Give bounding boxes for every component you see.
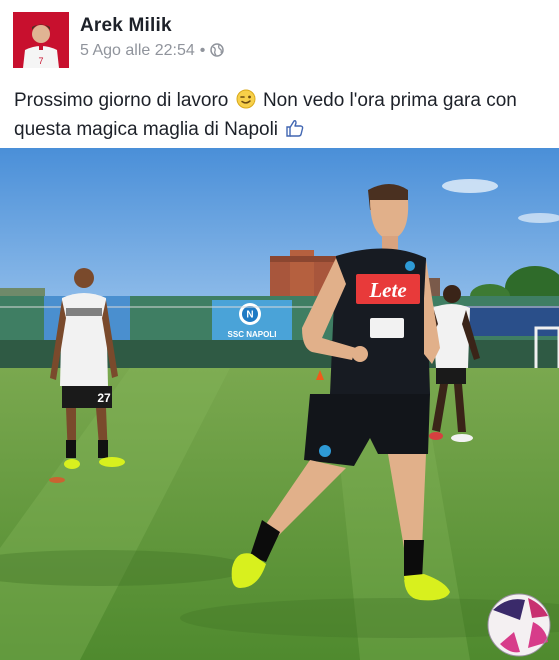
- post-header: 7 Arek Milik 5 Ago alle 22:54 •: [0, 0, 559, 76]
- caption-text-1: Prossimo giorno di lavoro: [14, 90, 229, 111]
- post-meta: 5 Ago alle 22:54 •: [80, 42, 225, 62]
- banner-text: SSC NAPOLI: [228, 330, 277, 339]
- post-photo[interactable]: N SSC NAPOLI 27 Lete: [0, 148, 559, 660]
- globe-icon[interactable]: [210, 43, 225, 62]
- svg-text:7: 7: [38, 56, 43, 66]
- avatar[interactable]: 7: [13, 12, 69, 68]
- thumbs-up-emoji: [285, 118, 305, 146]
- shirt-sponsor: Lete: [368, 278, 406, 302]
- soccer-ball: [487, 593, 551, 657]
- author-name[interactable]: Arek Milik: [80, 15, 172, 37]
- winking-face-emoji: [236, 89, 256, 117]
- back-player-number: 27: [97, 391, 111, 405]
- post-timestamp[interactable]: 5 Ago alle 22:54: [80, 42, 195, 59]
- meta-separator: •: [199, 42, 206, 59]
- post-caption: Prossimo giorno di lavoro Non vedo l'ora…: [14, 88, 544, 146]
- svg-text:N: N: [246, 310, 253, 321]
